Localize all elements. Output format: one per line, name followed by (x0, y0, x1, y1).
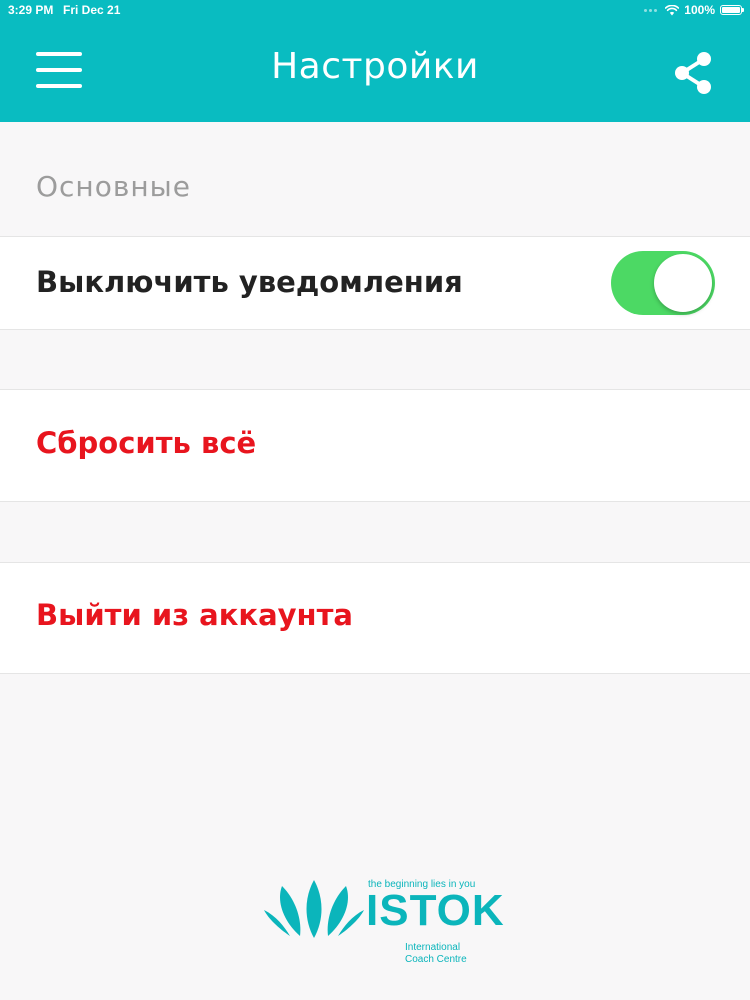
battery-icon (720, 5, 744, 15)
notifications-toggle[interactable] (611, 251, 715, 315)
toggle-knob (654, 254, 712, 312)
signal-dots-icon (644, 8, 658, 12)
notifications-row: Выключить уведомления (0, 236, 750, 330)
section-header-general: Основные (36, 170, 192, 203)
wifi-icon (665, 4, 680, 15)
battery-percent: 100% (684, 3, 715, 17)
reset-all-label: Сбросить всё (36, 426, 257, 460)
app-header: 3:29 PM Fri Dec 21 100% Настройки (0, 0, 750, 122)
leaf-logo-icon (264, 880, 364, 938)
logo-wordmark: ISTOK (366, 886, 505, 935)
navigation-bar: Настройки (0, 22, 750, 122)
page-title: Настройки (271, 46, 479, 87)
logo-subtitle-line1: International (405, 942, 461, 953)
logo-subtitle-line2: Coach Centre (405, 954, 467, 965)
istok-logo: the beginning lies in you ISTOK Internat… (262, 876, 505, 968)
status-right: 100% (644, 3, 744, 17)
status-bar: 3:29 PM Fri Dec 21 100% (0, 0, 750, 22)
reset-all-button[interactable]: Сбросить всё (0, 389, 750, 502)
status-date: Fri Dec 21 (63, 3, 121, 17)
logout-button[interactable]: Выйти из аккаунта (0, 562, 750, 674)
logout-label: Выйти из аккаунта (36, 598, 353, 632)
share-icon[interactable] (670, 50, 716, 96)
notifications-label: Выключить уведомления (36, 265, 463, 299)
status-time: 3:29 PM (8, 3, 54, 17)
